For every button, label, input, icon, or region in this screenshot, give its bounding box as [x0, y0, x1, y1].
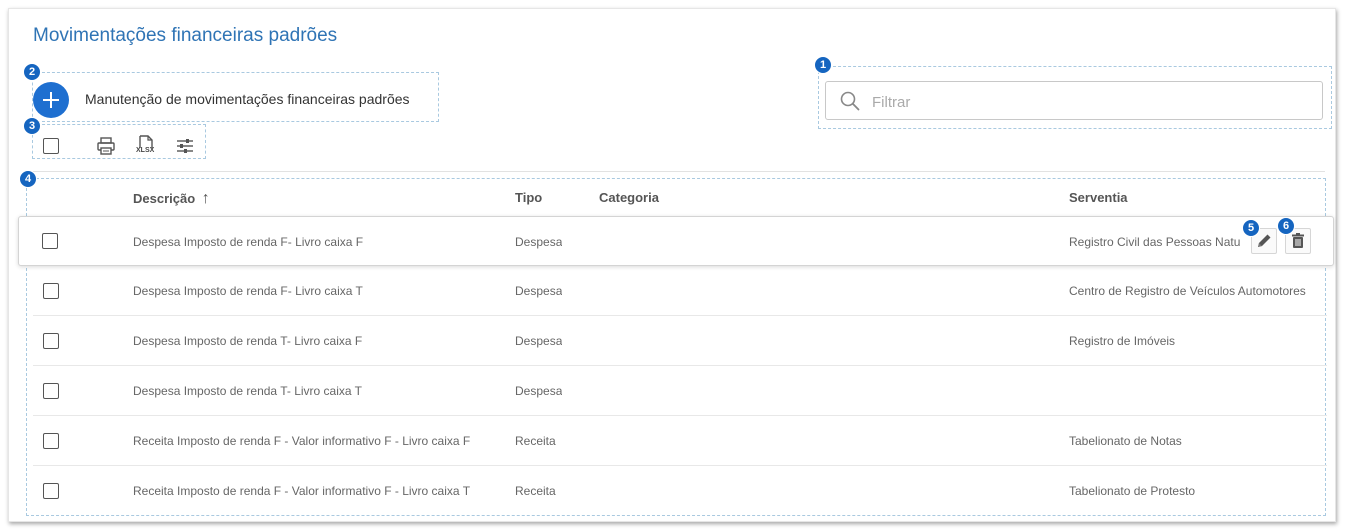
page-title: Movimentações financeiras padrões [33, 25, 338, 46]
cell-descricao: Despesa Imposto de renda F- Livro caixa … [133, 235, 364, 249]
search-input[interactable] [870, 90, 1304, 114]
cell-serventia: Tabelionato de Protesto [1069, 484, 1196, 498]
cell-descricao: Despesa Imposto de renda T- Livro caixa … [133, 334, 363, 348]
table-row[interactable]: Despesa Imposto de renda T- Livro caixa … [33, 366, 1327, 416]
cell-descricao: Receita Imposto de renda F - Valor infor… [133, 434, 471, 448]
row-checkbox[interactable] [43, 483, 59, 499]
arrow-up-icon: ↑ [201, 190, 210, 207]
table-row[interactable]: Receita Imposto de renda F - Valor infor… [33, 466, 1327, 516]
annotation-badge-6: 6 [1277, 217, 1295, 235]
cell-descricao: Despesa Imposto de renda T- Livro caixa … [133, 384, 363, 398]
search-field[interactable] [825, 81, 1323, 120]
cell-serventia: Registro de Imóveis [1069, 334, 1176, 348]
cell-serventia: Tabelionato de Notas [1069, 434, 1182, 448]
column-header-categoria[interactable]: Categoria [599, 190, 659, 205]
select-all-checkbox[interactable] [43, 138, 59, 154]
row-checkbox[interactable] [43, 433, 59, 449]
column-header-tipo[interactable]: Tipo [515, 190, 542, 205]
printer-icon[interactable] [96, 136, 116, 156]
row-checkbox[interactable] [43, 383, 59, 399]
table-row[interactable]: Despesa Imposto de renda F- Livro caixa … [18, 216, 1334, 266]
sliders-icon[interactable] [175, 136, 195, 156]
cell-tipo: Receita [515, 434, 556, 448]
row-checkbox[interactable] [42, 233, 58, 249]
cell-tipo: Despesa [515, 334, 563, 348]
row-checkbox[interactable] [43, 283, 59, 299]
annotation-badge-5: 5 [1242, 219, 1260, 237]
xlsx-export-button[interactable]: XLSX [135, 135, 157, 157]
header-separator [33, 171, 1325, 172]
annotation-badge-4: 4 [19, 170, 37, 188]
cell-serventia: Registro Civil das Pessoas Natu [1069, 235, 1241, 249]
column-header-descricao-label: Descrição [133, 191, 196, 206]
cell-descricao: Receita Imposto de renda F - Valor infor… [133, 484, 471, 498]
cell-tipo: Despesa [515, 235, 563, 249]
annotation-badge-3: 3 [23, 117, 41, 135]
add-button-label[interactable]: Manutenção de movimentações financeiras … [85, 91, 410, 107]
xlsx-label: XLSX [136, 147, 155, 154]
cell-tipo: Despesa [515, 284, 563, 298]
column-header-serventia[interactable]: Serventia [1069, 190, 1128, 205]
search-icon [840, 91, 860, 111]
cell-serventia: Centro de Registro de Veículos Automotor… [1069, 284, 1306, 298]
row-checkbox[interactable] [43, 333, 59, 349]
annotation-badge-1: 1 [814, 56, 832, 74]
cell-descricao: Despesa Imposto de renda F- Livro caixa … [133, 284, 363, 298]
column-header-descricao[interactable]: Descrição ↑ [133, 190, 210, 208]
add-button[interactable] [33, 82, 69, 118]
cell-tipo: Despesa [515, 384, 563, 398]
cell-tipo: Receita [515, 484, 556, 498]
table-row[interactable]: Despesa Imposto de renda T- Livro caixa … [33, 316, 1327, 366]
table-row[interactable]: Despesa Imposto de renda F- Livro caixa … [33, 266, 1327, 316]
table-row[interactable]: Receita Imposto de renda F - Valor infor… [33, 416, 1327, 466]
annotation-badge-2: 2 [23, 63, 41, 81]
